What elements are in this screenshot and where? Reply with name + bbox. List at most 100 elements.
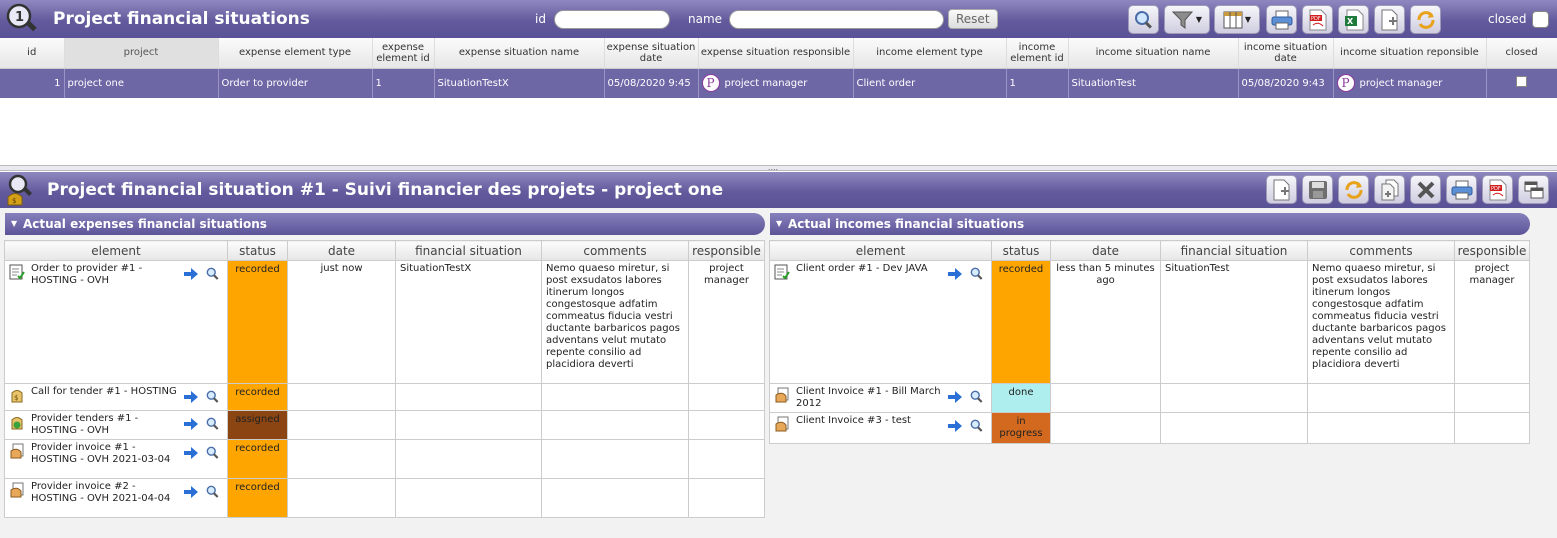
filter-id-input[interactable]: [554, 10, 670, 29]
new-item-button[interactable]: [1374, 5, 1405, 34]
pdf-button[interactable]: PDF: [1302, 5, 1333, 34]
column-header-project[interactable]: project: [64, 38, 219, 69]
save-icon: [1308, 180, 1327, 199]
print-button[interactable]: [1446, 175, 1477, 204]
row-expense-element-type: Order to provider: [218, 68, 373, 98]
element-name: Order to provider #1 - HOSTING - OVH: [31, 263, 143, 286]
financial-situation-icon: $: [7, 174, 32, 206]
collapse-icon: ▼: [11, 219, 18, 228]
goto-icon[interactable]: [947, 390, 963, 404]
element-name: Client Invoice #3 - test: [796, 415, 911, 426]
column-header-income-element-type[interactable]: income element type: [853, 38, 1007, 69]
column-header-comments: comments: [541, 240, 689, 261]
column-header-income-situation-name[interactable]: income situation name: [1068, 38, 1239, 69]
table-row: $ Call for tender #1 - HOSTING recorded: [4, 383, 765, 411]
svg-text:PDF: PDF: [1491, 186, 1501, 192]
pdf-icon: PDF: [1489, 179, 1506, 200]
column-header-financial-situation: financial situation: [395, 240, 542, 261]
column-header-expense-situation-date[interactable]: expense situation date: [604, 38, 699, 69]
copy-icon: [1381, 179, 1398, 200]
column-header-income-situation-responsible[interactable]: income situation reponsible: [1333, 38, 1487, 69]
search-icon[interactable]: [205, 485, 221, 499]
columns-button[interactable]: ▼: [1214, 5, 1260, 34]
column-header-id[interactable]: id: [0, 38, 65, 69]
print-icon: [1271, 10, 1292, 29]
search-icon[interactable]: [969, 267, 985, 281]
new-button[interactable]: [1266, 175, 1297, 204]
row-expense-situation-date: 05/08/2020 9:45: [604, 68, 699, 98]
new-document-icon: [1273, 179, 1289, 200]
comments-cell: [1307, 412, 1455, 444]
column-header-expense-element-type[interactable]: expense element type: [218, 38, 373, 69]
search-icon[interactable]: [969, 419, 985, 433]
reset-button[interactable]: Reset: [948, 9, 998, 29]
row-income-situation-name: SituationTest: [1068, 68, 1239, 98]
financial-situation-cell: [395, 439, 542, 479]
search-icon[interactable]: [205, 417, 221, 431]
project-financial-situation-icon: 1: [6, 3, 37, 32]
search-icon[interactable]: [205, 390, 221, 404]
splitter-grip[interactable]: ....: [764, 164, 782, 172]
search-button[interactable]: [1128, 5, 1159, 34]
save-button[interactable]: [1302, 175, 1333, 204]
delete-button[interactable]: [1410, 175, 1441, 204]
row-income-situation-date: 05/08/2020 9:43: [1238, 68, 1334, 98]
refresh-button[interactable]: [1338, 175, 1369, 204]
goto-icon[interactable]: [947, 267, 963, 281]
row-project: project one: [64, 68, 219, 98]
column-header-expense-situation-name[interactable]: expense situation name: [434, 38, 605, 69]
multiple-update-button[interactable]: [1518, 175, 1549, 204]
table-row[interactable]: 1 project one Order to provider 1 Situat…: [0, 68, 1557, 98]
column-header-income-situation-date[interactable]: income situation date: [1238, 38, 1334, 69]
column-header-date: date: [287, 240, 396, 261]
goto-icon[interactable]: [183, 390, 199, 404]
expenses-section-header[interactable]: ▼ Actual expenses financial situations: [5, 213, 765, 235]
incomes-header-row: element status date financial situation …: [769, 240, 1530, 261]
closed-checkbox[interactable]: [1516, 76, 1527, 88]
date-cell: [287, 478, 396, 518]
column-header-closed[interactable]: closed: [1486, 38, 1557, 69]
row-expense-responsible: Pproject manager: [698, 68, 854, 98]
status-badge: recorded: [227, 439, 288, 479]
provider-invoice-icon: [10, 482, 24, 498]
search-icon[interactable]: [205, 267, 221, 281]
financial-situation-cell: SituationTest: [1160, 260, 1308, 384]
element-cell: Client Invoice #1 - Bill March 2012: [769, 383, 992, 413]
panel-splitter[interactable]: ....: [0, 164, 1557, 172]
row-expense-element-id: 1: [372, 68, 435, 98]
element-cell: Client Invoice #3 - test: [769, 412, 992, 444]
search-icon[interactable]: [969, 390, 985, 404]
status-text: recorded: [235, 482, 280, 493]
new-document-icon: [1381, 9, 1397, 30]
list-header: 1 Project financial situations id name R…: [0, 0, 1557, 38]
column-header-expense-situation-responsible[interactable]: expense situation responsible: [698, 38, 854, 69]
incomes-section-header[interactable]: ▼ Actual incomes financial situations: [770, 213, 1530, 235]
pdf-button[interactable]: PDF: [1482, 175, 1513, 204]
copy-button[interactable]: [1374, 175, 1405, 204]
goto-icon[interactable]: [183, 485, 199, 499]
filter-button[interactable]: ▼: [1164, 5, 1210, 34]
column-header-expense-element-id[interactable]: expense element id: [372, 38, 435, 69]
excel-icon: X: [1344, 9, 1363, 30]
comments-cell: [541, 478, 689, 518]
svg-text:$: $: [14, 394, 18, 402]
comments-cell: Nemo quaeso miretur, si post exsudatos l…: [1307, 260, 1455, 384]
goto-icon[interactable]: [183, 267, 199, 281]
refresh-button[interactable]: [1410, 5, 1441, 34]
goto-icon[interactable]: [183, 417, 199, 431]
svg-text:X: X: [1347, 17, 1354, 26]
client-invoice-icon: [775, 387, 789, 403]
export-csv-button[interactable]: X: [1338, 5, 1369, 34]
search-icon[interactable]: [205, 446, 221, 460]
goto-icon[interactable]: [183, 446, 199, 460]
financial-situation-cell: [1160, 412, 1308, 444]
print-button[interactable]: [1266, 5, 1297, 34]
financial-situation-cell: [395, 383, 542, 411]
element-cell: Order to provider #1 - HOSTING - OVH: [4, 260, 228, 384]
filter-name-input[interactable]: [729, 10, 944, 29]
closed-filter-checkbox[interactable]: [1532, 11, 1549, 28]
goto-icon[interactable]: [947, 419, 963, 433]
status-text: done: [1008, 387, 1034, 398]
svg-text:PDF: PDF: [1311, 16, 1321, 22]
column-header-income-element-id[interactable]: income element id: [1006, 38, 1069, 69]
